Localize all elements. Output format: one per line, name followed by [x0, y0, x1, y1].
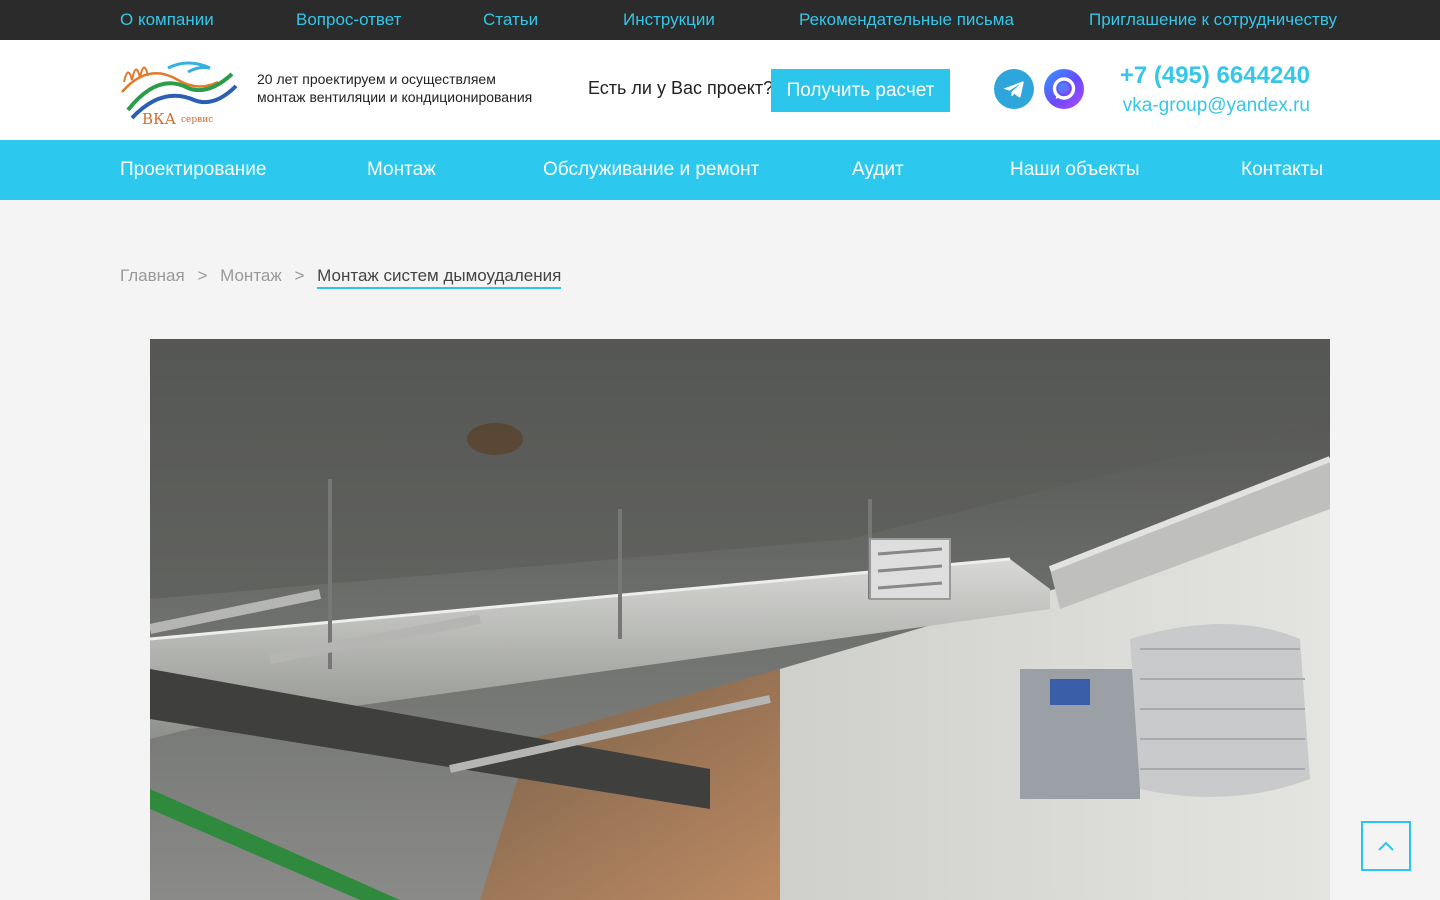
tagline-line-1: 20 лет проектируем и осуществляем: [257, 71, 496, 87]
max-messenger-icon[interactable]: [1044, 69, 1084, 109]
logo-sub-text: сервис: [181, 115, 213, 125]
breadcrumb-current: Монтаж систем дымоудаления: [317, 266, 562, 289]
company-logo[interactable]: ВКА сервис: [118, 52, 240, 128]
telegram-icon[interactable]: [994, 69, 1034, 109]
breadcrumb-home[interactable]: Главная: [120, 266, 185, 285]
topbar-link-about[interactable]: О компании: [120, 10, 214, 30]
nav-item-audit[interactable]: Аудит: [852, 159, 904, 181]
company-tagline: 20 лет проектируем и осуществляем монтаж…: [257, 70, 557, 106]
breadcrumb-installation[interactable]: Монтаж: [220, 266, 282, 285]
nav-item-contacts[interactable]: Контакты: [1241, 159, 1323, 181]
nav-item-service[interactable]: Обслуживание и ремонт: [543, 159, 759, 181]
topbar-link-partnership[interactable]: Приглашение к сотрудничеству: [1089, 10, 1337, 30]
logo-brand-text: ВКА: [142, 110, 177, 128]
get-estimate-button[interactable]: Получить расчет: [771, 69, 950, 112]
smoke-exhaust-installation-photo: [150, 339, 1330, 900]
nav-item-design[interactable]: Проектирование: [120, 159, 266, 181]
breadcrumb-separator: >: [197, 266, 208, 285]
top-bar: О компании Вопрос-ответ Статьи Инструкци…: [0, 0, 1440, 40]
breadcrumb: Главная > Монтаж > Монтаж систем дымоуда…: [120, 266, 562, 290]
site-header: ВКА сервис 20 лет проектируем и осуществ…: [0, 40, 1440, 140]
project-question: Есть ли у Вас проект?: [588, 78, 774, 98]
topbar-link-faq[interactable]: Вопрос-ответ: [296, 10, 401, 30]
breadcrumb-separator: >: [294, 266, 305, 285]
chevron-up-icon: [1378, 841, 1394, 851]
topbar-link-articles[interactable]: Статьи: [483, 10, 538, 30]
email-link[interactable]: vka-group@yandex.ru: [1123, 95, 1310, 117]
nav-item-projects[interactable]: Наши объекты: [1010, 159, 1140, 181]
tagline-line-2: монтаж вентиляции и кондиционирования: [257, 89, 533, 105]
scroll-to-top-button[interactable]: [1361, 821, 1411, 871]
topbar-link-instructions[interactable]: Инструкции: [623, 10, 715, 30]
main-nav: Проектирование Монтаж Обслуживание и рем…: [0, 140, 1440, 200]
topbar-link-letters[interactable]: Рекомендательные письма: [799, 10, 1014, 30]
phone-link[interactable]: +7 (495) 6644240: [1120, 62, 1310, 90]
nav-item-installation[interactable]: Монтаж: [367, 159, 436, 181]
